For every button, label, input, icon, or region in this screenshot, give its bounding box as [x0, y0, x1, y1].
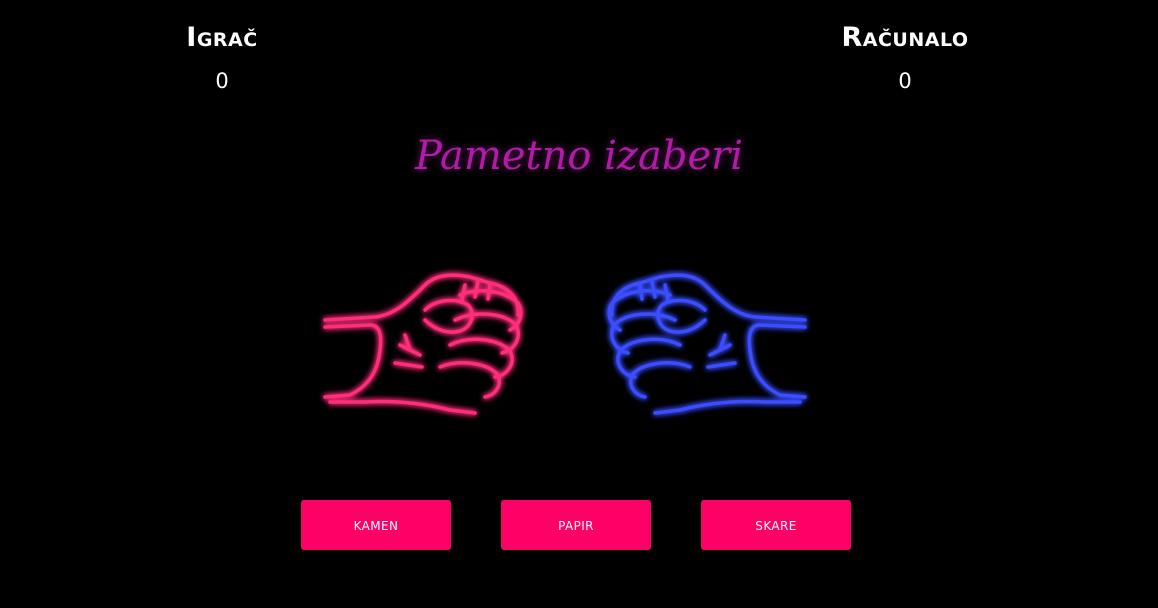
hands-area: [0, 255, 1158, 425]
player-hand: [310, 255, 530, 425]
computer-score-panel: Računalo 0: [805, 18, 1005, 96]
player-name: Igrač: [186, 22, 258, 53]
computer-hand: [600, 255, 820, 425]
computer-name: Računalo: [841, 22, 969, 53]
player-score: 0: [215, 69, 229, 93]
choice-buttons: kamen papir skare: [0, 500, 1158, 550]
rock-button[interactable]: kamen: [301, 500, 451, 550]
player-fist-icon: [323, 273, 523, 415]
player-score-panel: Igrač 0: [122, 18, 322, 96]
page-title: Pametno izaberi: [414, 133, 744, 179]
scissors-button[interactable]: skare: [701, 500, 851, 550]
paper-button[interactable]: papir: [501, 500, 651, 550]
computer-score: 0: [898, 69, 912, 93]
computer-fist-icon: [607, 273, 807, 415]
